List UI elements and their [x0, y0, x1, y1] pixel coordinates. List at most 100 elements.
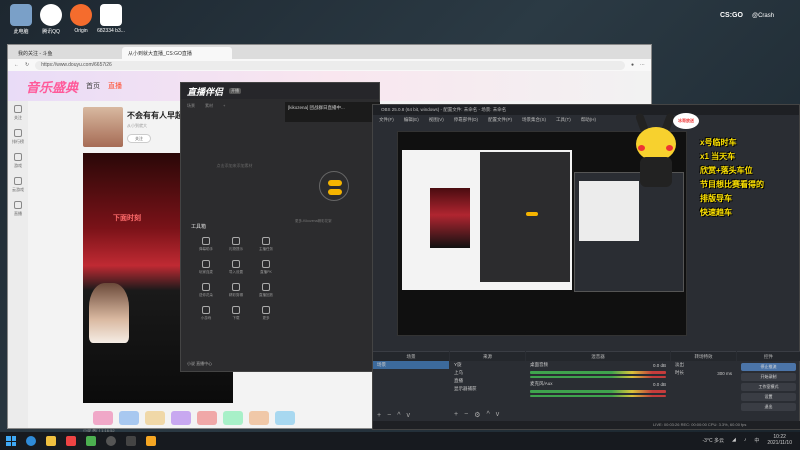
- gear-icon[interactable]: ⚙: [474, 411, 480, 419]
- language-indicator[interactable]: 中: [754, 437, 759, 444]
- url-field[interactable]: https://www.douyu.com/6657i26: [35, 60, 625, 70]
- menu-docks[interactable]: 停靠部件(D): [454, 115, 478, 124]
- nav-live[interactable]: 直播: [108, 81, 122, 91]
- settings-live-button[interactable]: [328, 189, 342, 195]
- tool-task[interactable]: 主播任务: [251, 237, 281, 252]
- source-item[interactable]: Y旋: [450, 361, 525, 369]
- start-live-button[interactable]: [328, 180, 342, 186]
- scene-item[interactable]: 场景: [373, 361, 449, 369]
- obs-icon[interactable]: [106, 436, 116, 446]
- start-button[interactable]: [6, 436, 16, 446]
- source-controls: + − ⚙ ^ v: [454, 411, 499, 419]
- menu-help[interactable]: 帮助(H): [581, 115, 596, 124]
- tab-scene[interactable]: 场景: [187, 103, 195, 109]
- volume-icon[interactable]: ♪: [744, 437, 747, 443]
- volume-slider[interactable]: [530, 395, 666, 397]
- gift-icon[interactable]: [275, 411, 295, 425]
- gift-icon[interactable]: [249, 411, 269, 425]
- tool-minigame[interactable]: 小游戏: [191, 306, 221, 321]
- add-icon[interactable]: +: [377, 412, 381, 419]
- transition-select[interactable]: 淡出: [671, 361, 736, 369]
- origin-icon[interactable]: Origin: [64, 4, 98, 34]
- companion-icon[interactable]: [146, 436, 156, 446]
- add-icon[interactable]: +: [454, 411, 458, 419]
- tab-live-room[interactable]: 从小到就大直播_CS:GO直播: [122, 47, 232, 59]
- start-recording-button[interactable]: 开始录制: [741, 373, 796, 381]
- stop-streaming-button[interactable]: 停止推流: [741, 363, 796, 371]
- source-item[interactable]: 显示器捕获: [450, 385, 525, 393]
- up-icon[interactable]: ^: [486, 411, 489, 419]
- tool-flower[interactable]: 送你花朵: [191, 283, 221, 298]
- remove-icon[interactable]: −: [464, 411, 468, 419]
- settings-button[interactable]: 设置: [741, 393, 796, 401]
- menu-profile[interactable]: 配置文件(P): [488, 115, 512, 124]
- gift-icon[interactable]: [197, 411, 217, 425]
- cheek: [666, 145, 673, 151]
- sidebar-item-rank[interactable]: 排行榜: [8, 125, 28, 149]
- source-item[interactable]: 直播: [450, 377, 525, 385]
- studio-mode-button[interactable]: 工作室模式: [741, 383, 796, 391]
- tool-clip[interactable]: 精彩剪辑: [221, 283, 251, 298]
- edge-icon[interactable]: [26, 436, 36, 446]
- down-icon[interactable]: v: [406, 412, 410, 419]
- gift-icon[interactable]: [223, 411, 243, 425]
- tool-gift-tip[interactable]: 礼物提示: [221, 237, 251, 252]
- down-icon[interactable]: v: [496, 411, 500, 419]
- menu-icon[interactable]: ⋯: [640, 62, 645, 68]
- tool-pk[interactable]: 直播PK: [251, 260, 281, 275]
- menu-scene-collection[interactable]: 场景集合(S): [522, 115, 546, 124]
- refresh-icon[interactable]: ↻: [25, 62, 29, 68]
- tab-assets[interactable]: 素材: [205, 103, 213, 109]
- live-companion-window: 直播伴侣 开播 场景 素材 + 点击添加来添加素材 工具箱 弹幕助手 礼物提示 …: [180, 82, 380, 372]
- volume-slider[interactable]: [530, 376, 666, 378]
- folder-icon[interactable]: [46, 436, 56, 446]
- streamer-name[interactable]: 从小到就大: [127, 123, 147, 129]
- companion-footer[interactable]: 小说 直播中心: [187, 361, 212, 367]
- gift-icon[interactable]: [93, 411, 113, 425]
- tool-download[interactable]: 下载: [221, 306, 251, 321]
- gift-icon[interactable]: [145, 411, 165, 425]
- steam-icon[interactable]: [126, 436, 136, 446]
- sidebar-item-follow[interactable]: 关注: [8, 101, 28, 125]
- menu-file[interactable]: 文件(F): [379, 115, 394, 124]
- exit-button[interactable]: 退出: [741, 403, 796, 411]
- sidebar-item-game[interactable]: 游戏: [8, 149, 28, 173]
- add-tab-button[interactable]: +: [223, 103, 225, 109]
- tool-import[interactable]: 导入设置: [221, 260, 251, 275]
- sidebar-item-cloud-game[interactable]: 云游戏: [8, 173, 28, 197]
- gift-icon[interactable]: [171, 411, 191, 425]
- file-icon[interactable]: 682334 b3...: [94, 4, 128, 34]
- chrome-icon[interactable]: [86, 436, 96, 446]
- clock[interactable]: 10:22 2021/11/10: [767, 434, 792, 446]
- mic-icon: [202, 260, 210, 268]
- menu-tools[interactable]: 工具(T): [556, 115, 571, 124]
- remove-icon[interactable]: −: [387, 412, 391, 419]
- follow-button[interactable]: 关注: [127, 134, 151, 143]
- menu-edit[interactable]: 编辑(E): [404, 115, 419, 124]
- app-icon[interactable]: [66, 436, 76, 446]
- scenes-dock: 场景 场景 + − ^ v: [373, 351, 449, 421]
- this-pc-icon[interactable]: 此电脑: [4, 4, 38, 35]
- sidebar-item-live[interactable]: 直播: [8, 197, 28, 221]
- profile-avatar-icon[interactable]: ●: [631, 62, 634, 68]
- transition-duration[interactable]: 时长 300 ms: [671, 369, 736, 377]
- system-tray: -3°C 多云 ◢ ♪ 中 10:22 2021/11/10: [703, 434, 792, 446]
- qq-icon[interactable]: 腾讯QQ: [34, 4, 68, 35]
- gift-icon[interactable]: [119, 411, 139, 425]
- streamer-avatar[interactable]: [83, 107, 123, 147]
- up-icon[interactable]: ^: [397, 412, 400, 419]
- network-icon[interactable]: ◢: [732, 437, 736, 443]
- gamepad-icon: [14, 153, 22, 161]
- nav-home[interactable]: 首页: [86, 81, 100, 91]
- menu-view[interactable]: 视图(V): [429, 115, 444, 124]
- tool-connect[interactable]: 玩家连麦: [191, 260, 221, 275]
- tool-more[interactable]: 更多: [251, 306, 281, 321]
- back-icon[interactable]: ←: [14, 62, 19, 68]
- site-logo[interactable]: 音乐盛典: [26, 77, 78, 96]
- tab-follow[interactable]: 我的关注 - 斗鱼: [12, 47, 122, 59]
- tool-danmaku[interactable]: 弹幕助手: [191, 237, 221, 252]
- weather[interactable]: -3°C 多云: [703, 437, 724, 444]
- source-item[interactable]: 上乌: [450, 369, 525, 377]
- go-live-widget[interactable]: [319, 171, 349, 201]
- tool-replay[interactable]: 直播回放: [251, 283, 281, 298]
